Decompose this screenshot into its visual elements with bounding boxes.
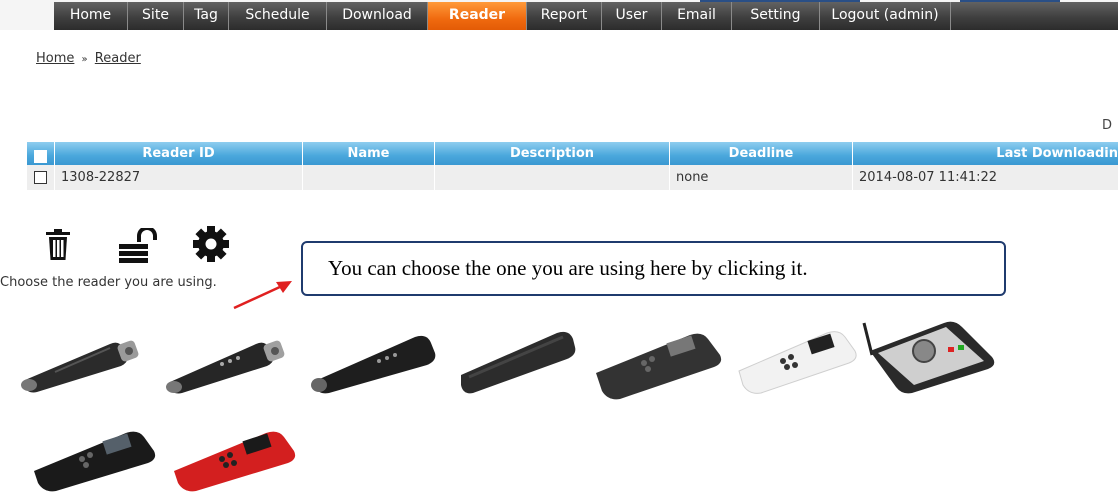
cell-last-download: 2014-08-07 11:41:22 xyxy=(859,170,998,185)
table-row[interactable]: 1308-22827 none 2014-08-07 11:41:22 xyxy=(27,165,1118,190)
breadcrumb-home-link[interactable]: Home xyxy=(36,51,74,66)
gear-icon[interactable] xyxy=(192,225,230,263)
truncated-label: D xyxy=(1102,118,1113,133)
nav-home[interactable]: Home xyxy=(54,2,128,30)
reader-stick-icon[interactable] xyxy=(455,325,580,395)
callout-box: You can choose the one you are using her… xyxy=(301,241,1006,296)
reader-handheld-red-icon[interactable] xyxy=(170,425,300,492)
col-deadline[interactable]: Deadline xyxy=(670,142,853,165)
breadcrumb-separator: » xyxy=(81,54,88,65)
nav-reader[interactable]: Reader xyxy=(428,2,527,30)
reader-probe-3-icon[interactable] xyxy=(305,325,445,395)
nav-download[interactable]: Download xyxy=(327,2,428,30)
cell-deadline: none xyxy=(670,165,853,190)
col-last-downloading[interactable]: Last Downloadin xyxy=(853,142,1118,165)
nav-tag[interactable]: Tag xyxy=(184,2,229,30)
breadcrumb-reader-link[interactable]: Reader xyxy=(95,51,141,66)
row-checkbox[interactable] xyxy=(34,171,47,184)
nav-report[interactable]: Report xyxy=(527,2,602,30)
table-header: Reader ID Name Description Deadline Last… xyxy=(27,142,1118,165)
reader-base-station-icon[interactable] xyxy=(858,315,998,395)
nav-schedule[interactable]: Schedule xyxy=(229,2,327,30)
col-name[interactable]: Name xyxy=(303,142,435,165)
cell-reader-id: 1308-22827 xyxy=(55,165,303,190)
cell-name xyxy=(303,165,435,190)
breadcrumb: Home » Reader xyxy=(36,51,141,66)
nav-site[interactable]: Site xyxy=(128,2,184,30)
nav-user[interactable]: User xyxy=(602,2,662,30)
arrow-icon xyxy=(233,281,292,310)
col-description[interactable]: Description xyxy=(435,142,670,165)
reader-handheld-white-icon[interactable] xyxy=(735,325,860,395)
select-all-checkbox[interactable] xyxy=(34,149,47,163)
reader-probe-1-icon[interactable] xyxy=(15,330,145,395)
unlock-icon[interactable] xyxy=(117,228,159,264)
select-all-cell xyxy=(27,142,55,165)
nav-logout[interactable]: Logout (admin) xyxy=(820,2,951,30)
cell-description xyxy=(435,165,670,190)
reader-handheld-black-icon[interactable] xyxy=(30,425,160,492)
reader-probe-2-icon[interactable] xyxy=(160,330,290,395)
nav-email[interactable]: Email xyxy=(662,2,732,30)
trash-icon[interactable] xyxy=(43,228,73,262)
col-reader-id[interactable]: Reader ID xyxy=(55,142,303,165)
reader-table: Reader ID Name Description Deadline Last… xyxy=(27,142,1118,190)
choose-reader-label: Choose the reader you are using. xyxy=(0,275,217,290)
nav-bar: Home Site Tag Schedule Download Reader R… xyxy=(54,2,1118,30)
row-select-cell xyxy=(27,165,55,190)
reader-handheld-dark-icon[interactable] xyxy=(590,325,725,400)
nav-setting[interactable]: Setting xyxy=(732,2,820,30)
top-nav: Home Site Tag Schedule Download Reader R… xyxy=(0,0,1118,30)
page: Home Site Tag Schedule Download Reader R… xyxy=(0,0,1118,492)
